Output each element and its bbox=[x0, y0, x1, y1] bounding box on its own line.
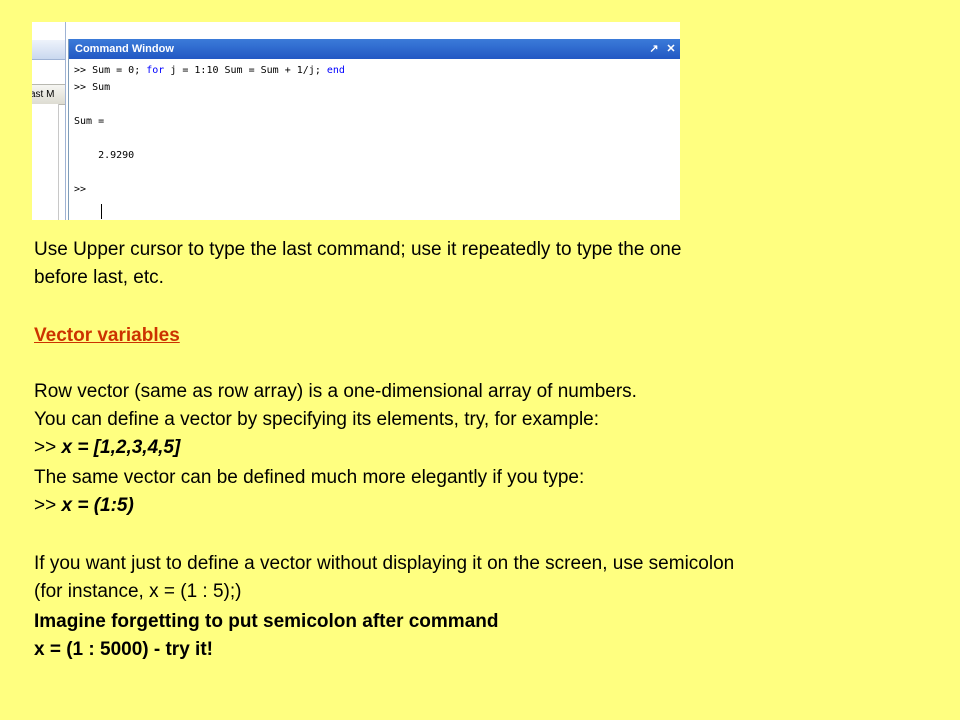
tab-command-history[interactable]: ast M bbox=[32, 84, 65, 105]
code-token: 2.9290 bbox=[74, 150, 135, 161]
prompt: >> bbox=[34, 495, 62, 516]
instruction-line-2: before last, etc. bbox=[34, 267, 164, 288]
instruction-line-1: Use Upper cursor to type the last comman… bbox=[34, 239, 682, 260]
left-panel: ast M bbox=[32, 22, 66, 220]
semicolon-line-2: (for instance, x = (1 : 5);) bbox=[34, 581, 242, 602]
example-1-code: x = [1,2,3,4,5] bbox=[61, 437, 181, 458]
elegant-line: The same vector can be defined much more… bbox=[34, 467, 585, 488]
example-2-code: x = (1:5) bbox=[61, 495, 134, 516]
semicolon-line-1: If you want just to define a vector with… bbox=[34, 553, 735, 574]
imagine-line: Imagine forgetting to put semicolon afte… bbox=[34, 611, 499, 632]
row-vector-definition: Row vector (same as row array) is a one-… bbox=[34, 381, 637, 402]
command-line: 2.9290 bbox=[74, 150, 134, 161]
example-1: >> x = [1,2,3,4,5] bbox=[34, 436, 180, 459]
command-prompt: >> bbox=[74, 82, 93, 93]
command-prompt: >> bbox=[74, 65, 93, 76]
left-panel-titlebar bbox=[32, 40, 65, 60]
command-line: >> Sum bbox=[74, 82, 110, 93]
keyword-token: for bbox=[146, 65, 165, 76]
command-window-title: Command Window bbox=[75, 43, 174, 55]
command-window-titlebar: Command Window ↗ ✕ bbox=[69, 39, 680, 59]
command-line: >> bbox=[74, 184, 92, 195]
command-line: >> Sum = 0; for j = 1:10 Sum = Sum + 1/j… bbox=[74, 65, 345, 76]
text-cursor bbox=[101, 204, 102, 219]
define-example-line: You can define a vector by specifying it… bbox=[34, 409, 600, 430]
prompt: >> bbox=[34, 437, 62, 458]
matlab-screenshot: ast M Command Window ↗ ✕ >> Sum = 0; for… bbox=[32, 22, 680, 220]
command-line: Sum = bbox=[74, 116, 104, 127]
left-tab-label: ast M bbox=[32, 89, 55, 100]
code-token: Sum bbox=[92, 82, 111, 93]
command-prompt: >> bbox=[74, 184, 93, 195]
code-token: j = 1:10 Sum = Sum + 1/j; bbox=[164, 65, 327, 76]
code-token: Sum = bbox=[74, 116, 105, 127]
undock-icon[interactable]: ↗ bbox=[647, 42, 661, 56]
command-window[interactable]: Command Window ↗ ✕ >> Sum = 0; for j = 1… bbox=[68, 39, 680, 220]
example-2: >> x = (1:5) bbox=[34, 494, 134, 517]
code-token: Sum = 0; bbox=[92, 65, 147, 76]
try-line: x = (1 : 5000) - try it! bbox=[34, 639, 213, 660]
section-heading: Vector variables bbox=[34, 325, 180, 346]
keyword-token: end bbox=[326, 65, 345, 76]
close-icon[interactable]: ✕ bbox=[664, 42, 678, 56]
